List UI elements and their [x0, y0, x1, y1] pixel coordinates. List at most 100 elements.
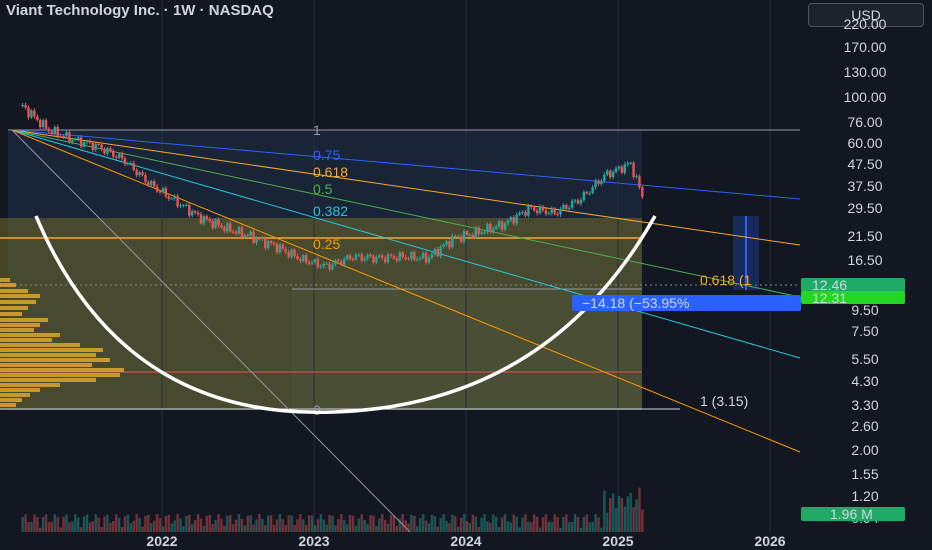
volume-bar	[229, 515, 232, 532]
y-tick-label: 37.50	[847, 178, 882, 194]
volume-bar	[597, 517, 600, 532]
y-tick-label: 29.50	[847, 200, 882, 216]
candle-body	[442, 244, 445, 247]
volume-bar	[50, 521, 54, 532]
volume-bar	[509, 522, 513, 532]
fib-fan-bottom-label: 1 (3.15)	[700, 393, 748, 409]
volume-bar	[27, 522, 30, 532]
volume-bar	[629, 492, 632, 532]
candle-body	[559, 209, 562, 215]
candle-body	[556, 213, 559, 215]
volume-bar	[378, 518, 381, 532]
volume-bar	[591, 521, 594, 532]
candle-body	[392, 255, 396, 259]
candle-body	[562, 204, 565, 210]
volume-bar	[457, 526, 460, 532]
volume-bar	[243, 525, 247, 532]
candle-body	[281, 244, 285, 249]
candle-body	[524, 211, 527, 216]
candle-body	[252, 231, 255, 243]
volume-profile-bar	[0, 343, 80, 347]
candle-body	[319, 266, 323, 268]
volume-bar	[33, 514, 36, 532]
y-tick-label: 220.00	[844, 16, 887, 32]
volume-bar	[71, 521, 74, 532]
candle-body	[372, 256, 375, 263]
volume-bar	[611, 493, 615, 532]
volume-bar	[547, 521, 551, 532]
volume-bar	[343, 519, 346, 532]
candle-body	[328, 263, 331, 270]
candle-body	[109, 148, 112, 152]
candle-body	[378, 255, 381, 257]
candle-body	[541, 206, 545, 211]
volume-bar	[138, 517, 141, 532]
candle-body	[205, 216, 209, 220]
volume-bar	[123, 516, 127, 532]
price-chart[interactable]: 10.750.6180.50.3820.2501 (3.15)0.618 (1 …	[0, 0, 932, 550]
volume-bar	[492, 514, 495, 532]
volume-bar	[59, 527, 62, 532]
volume-bar	[369, 515, 372, 532]
candle-body	[234, 231, 238, 234]
candle-body	[322, 263, 325, 267]
candle-body	[211, 221, 214, 228]
volume-tag: 1.96 M	[830, 506, 873, 522]
volume-bar	[550, 522, 553, 532]
candle-body	[576, 200, 580, 204]
candle-body	[141, 172, 144, 175]
volume-bar	[477, 526, 480, 532]
candle-body	[527, 205, 530, 216]
volume-bar	[129, 523, 133, 532]
candle-body	[623, 164, 627, 173]
candle-body	[495, 226, 498, 229]
volume-bar	[465, 520, 469, 532]
candle-body	[518, 212, 521, 215]
candle-body	[161, 188, 165, 192]
volume-bar	[430, 514, 434, 532]
volume-bar	[325, 524, 328, 532]
volume-bar	[556, 516, 559, 532]
candle-body	[515, 214, 518, 224]
candle-body	[296, 256, 299, 260]
candle-body	[226, 223, 229, 232]
volume-bar	[331, 515, 334, 532]
candle-body	[21, 104, 24, 107]
candle-body	[451, 235, 454, 248]
volume-profile-bar	[0, 378, 96, 382]
candle-body	[272, 243, 276, 245]
candle-body	[366, 254, 369, 259]
volume-bar	[585, 514, 589, 532]
volume-bar	[620, 498, 624, 532]
candle-body	[199, 214, 203, 224]
candle-body	[439, 246, 442, 257]
volume-bar	[290, 515, 293, 532]
candle-body	[44, 120, 48, 129]
candle-body	[433, 248, 437, 255]
candle-body	[220, 225, 223, 228]
volume-bar	[518, 527, 521, 532]
candle-body	[36, 116, 39, 120]
candle-body	[39, 119, 42, 128]
candle-body	[185, 205, 188, 207]
candle-body	[47, 128, 51, 132]
candle-body	[68, 132, 71, 142]
y-tick-label: 60.00	[847, 135, 882, 151]
volume-bar	[351, 515, 355, 532]
volume-bar	[489, 522, 492, 532]
candle-body	[85, 141, 89, 143]
candle-body	[179, 205, 182, 207]
volume-bars	[21, 487, 644, 532]
volume-bar	[193, 520, 197, 532]
candle-body	[375, 256, 378, 263]
volume-bar	[126, 514, 130, 532]
candle-body	[530, 205, 533, 208]
fan-level-label: 0	[313, 402, 321, 418]
volume-bar	[275, 519, 279, 532]
volume-bar	[573, 514, 577, 532]
volume-profile-bar	[0, 294, 40, 298]
volume-bar	[217, 514, 220, 532]
candle-body	[310, 262, 314, 264]
candle-body	[401, 252, 404, 258]
volume-bar	[97, 517, 100, 532]
